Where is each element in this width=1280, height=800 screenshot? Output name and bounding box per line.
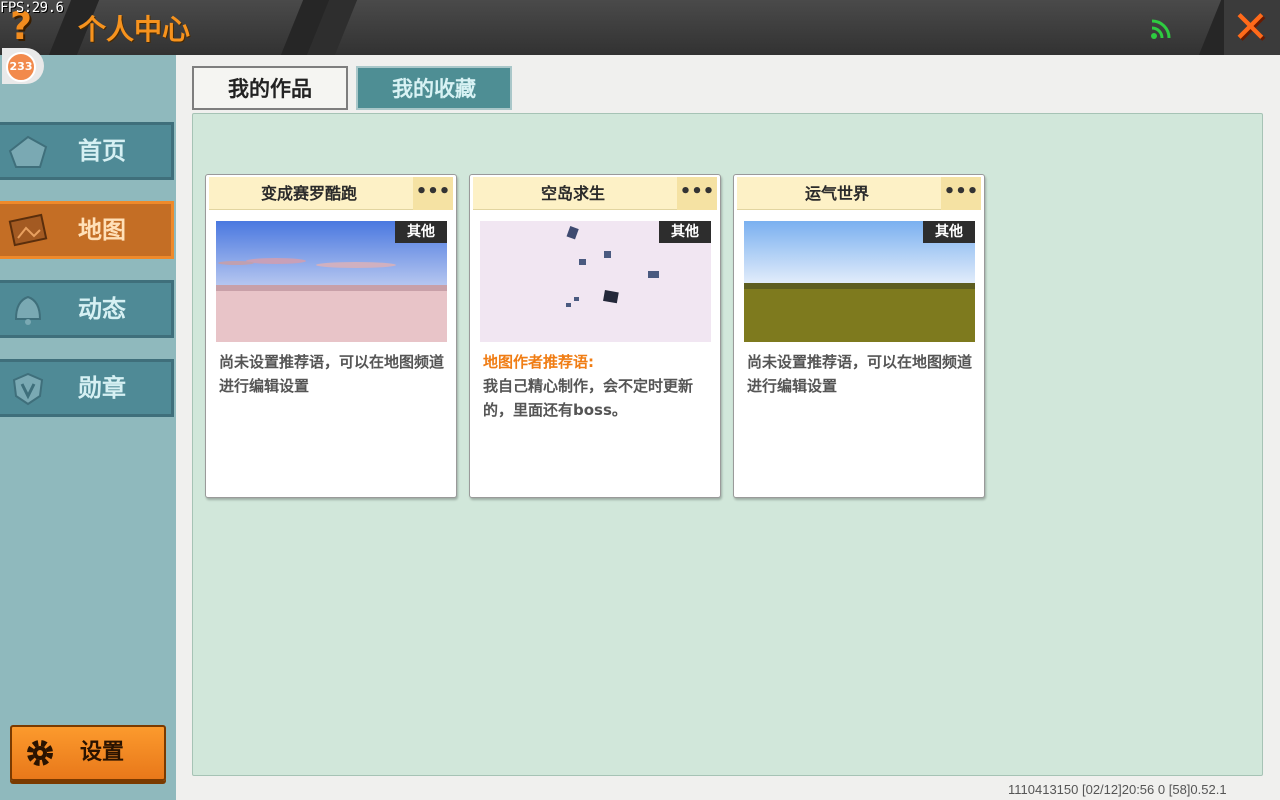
- top-bar: [0, 0, 1280, 55]
- category-tag: 其他: [923, 221, 975, 243]
- card-title: 运气世界: [804, 184, 869, 203]
- medal-icon: [12, 372, 44, 406]
- map-card[interactable]: 空岛求生 ••• 其他 地图作者推荐语: 我自己精心制作，会不定时更新的，里面还…: [469, 174, 721, 498]
- sidebar-item-label: 勋章: [78, 374, 126, 402]
- desc-text: 我自己精心制作，会不定时更新的，里面还有boss。: [483, 377, 694, 419]
- tab-my-favorites[interactable]: 我的收藏: [356, 66, 512, 110]
- more-button[interactable]: •••: [941, 177, 981, 210]
- card-header: 运气世界 •••: [737, 177, 981, 210]
- bell-icon: [14, 295, 42, 325]
- card-description: 地图作者推荐语: 我自己精心制作，会不定时更新的，里面还有boss。: [483, 350, 711, 422]
- page-title: 个人中心: [78, 13, 191, 46]
- more-button[interactable]: •••: [677, 177, 717, 210]
- settings-button[interactable]: 设置: [10, 725, 166, 781]
- main-content: 我的作品 我的收藏 变成赛罗酷跑 ••• 其他 尚未设置推荐语，可以在地图频道进…: [176, 55, 1280, 800]
- fps-counter: FPS:29.6: [0, 0, 64, 16]
- map-card[interactable]: 变成赛罗酷跑 ••• 其他 尚未设置推荐语，可以在地图频道进行编辑设置: [205, 174, 457, 498]
- sidebar-item-map[interactable]: 地图: [0, 201, 174, 259]
- category-tag: 其他: [659, 221, 711, 243]
- close-button[interactable]: ✕: [1224, 0, 1280, 55]
- close-icon: ✕: [1232, 2, 1269, 53]
- build-info: 1110413150 [02/12]20:56 0 [58]0.52.1: [1008, 782, 1227, 797]
- card-title: 变成赛罗酷跑: [260, 184, 357, 203]
- card-header: 变成赛罗酷跑 •••: [209, 177, 453, 210]
- more-button[interactable]: •••: [413, 177, 453, 210]
- tab-my-works[interactable]: 我的作品: [192, 66, 348, 110]
- card-description: 尚未设置推荐语，可以在地图频道进行编辑设置: [219, 350, 447, 398]
- desc-highlight: 地图作者推荐语:: [483, 353, 594, 371]
- sidebar-item-label: 动态: [78, 295, 126, 323]
- desc-text: 尚未设置推荐语，可以在地图频道进行编辑设置: [747, 353, 973, 395]
- notification-badge[interactable]: 233: [2, 48, 44, 84]
- sidebar-item-home[interactable]: 首页: [0, 122, 174, 180]
- category-tag: 其他: [395, 221, 447, 243]
- desc-text: 尚未设置推荐语，可以在地图频道进行编辑设置: [219, 353, 445, 395]
- map-icon: [8, 213, 48, 247]
- card-header: 空岛求生 •••: [473, 177, 717, 210]
- card-description: 尚未设置推荐语，可以在地图频道进行编辑设置: [747, 350, 975, 398]
- sidebar: 首页 地图 动态 勋章 设置: [0, 55, 176, 800]
- map-thumbnail: 其他: [216, 221, 447, 342]
- sidebar-item-medals[interactable]: 勋章: [0, 359, 174, 417]
- badge-count: 233: [6, 52, 36, 82]
- settings-label: 设置: [80, 740, 125, 765]
- map-card[interactable]: 运气世界 ••• 其他 尚未设置推荐语，可以在地图频道进行编辑设置: [733, 174, 985, 498]
- map-thumbnail: 其他: [480, 221, 711, 342]
- map-thumbnail: 其他: [744, 221, 975, 342]
- gear-icon: [27, 740, 53, 766]
- card-title: 空岛求生: [540, 184, 605, 203]
- sidebar-item-feed[interactable]: 动态: [0, 280, 174, 338]
- sidebar-item-label: 首页: [78, 137, 126, 165]
- sidebar-item-label: 地图: [78, 216, 126, 244]
- home-icon: [8, 135, 48, 168]
- favorites-panel: 变成赛罗酷跑 ••• 其他 尚未设置推荐语，可以在地图频道进行编辑设置 空岛求生…: [192, 113, 1263, 776]
- signal-icon: [1151, 19, 1171, 39]
